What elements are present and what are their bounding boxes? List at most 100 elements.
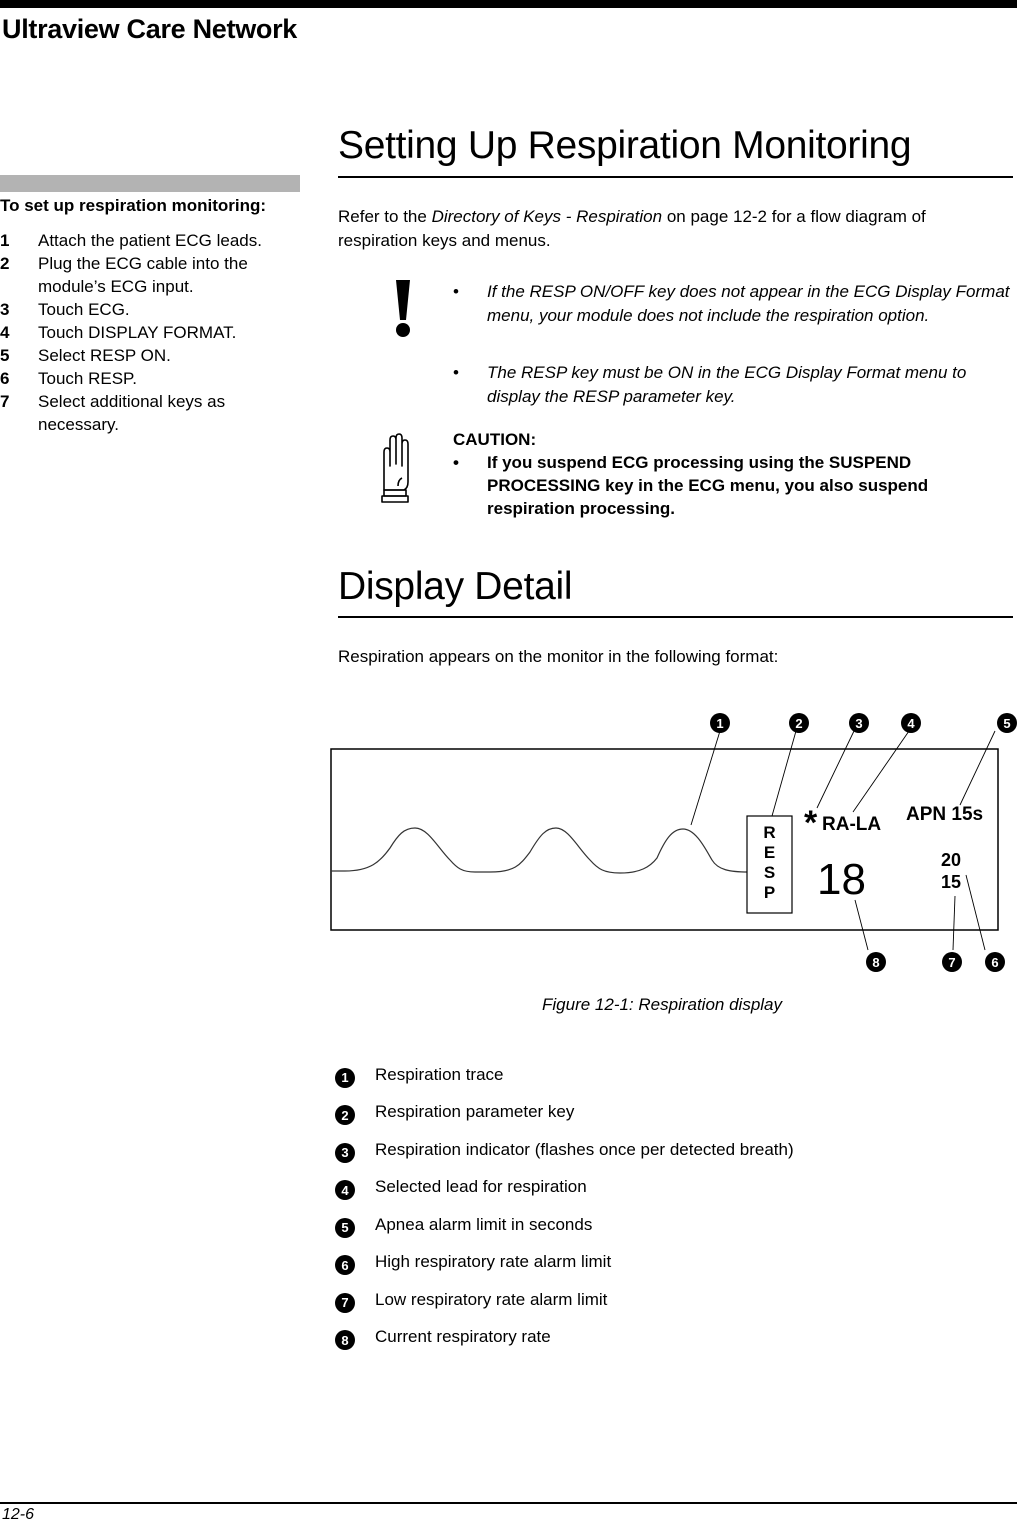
param-key-letter: P	[764, 883, 775, 902]
step-number: 6	[0, 369, 10, 388]
bullet: •	[453, 282, 459, 301]
step-number: 5	[0, 346, 10, 365]
step-item: 3 Touch ECG.	[0, 298, 300, 321]
intro-paragraph: Refer to the Directory of Keys - Respira…	[338, 205, 1008, 253]
callout-badge: 5	[335, 1217, 355, 1238]
selected-lead: RA-LA	[822, 814, 881, 835]
callout-6: 6	[985, 952, 1005, 972]
note-text: The RESP key must be ON in the ECG Displ…	[487, 363, 967, 406]
directory-of-keys-reference[interactable]: Directory of Keys - Respiration	[432, 207, 663, 226]
bullet: •	[453, 363, 459, 382]
callout-badge: 7	[335, 1292, 355, 1313]
param-key-letter: E	[764, 843, 775, 862]
page-number: 12-6	[2, 1506, 35, 1523]
step-item: 1 Attach the patient ECG leads.	[0, 229, 300, 252]
legend-item: 1 Respiration trace	[335, 1056, 794, 1094]
svg-text:2: 2	[795, 716, 802, 731]
legend-item: 8 Current respiratory rate	[335, 1319, 794, 1357]
callout-1: 1	[710, 713, 730, 733]
section-rule	[338, 176, 1013, 178]
respiration-display-figure: R E S P * RA-LA APN 15s 18 20 15 1 2 3 4…	[330, 713, 1017, 972]
callout-5: 5	[997, 713, 1017, 733]
svg-text:6: 6	[991, 955, 998, 970]
note-item: • The RESP key must be ON in the ECG Dis…	[453, 361, 1017, 409]
step-text: Select additional keys as necessary.	[38, 392, 226, 434]
callout-badge: 8	[335, 1330, 355, 1351]
exclamation-icon	[396, 280, 410, 337]
legend-item: 4 Selected lead for respiration	[335, 1169, 794, 1207]
caution-text: If you suspend ECG processing using the …	[487, 453, 929, 518]
svg-text:3: 3	[855, 716, 862, 731]
document-title: Ultraview Care Network	[2, 14, 298, 44]
note-item: • If the RESP ON/OFF key does not appear…	[453, 280, 1017, 328]
respiration-trace	[331, 827, 749, 874]
step-number: 4	[0, 323, 10, 342]
step-item: 7 Select additional keys as necessary.	[0, 390, 300, 436]
callout-badge: 1	[335, 1067, 355, 1088]
callout-7: 7	[942, 952, 962, 972]
step-number: 3	[0, 300, 10, 319]
legend-text: Respiration trace	[375, 1064, 504, 1084]
step-item: 4 Touch DISPLAY FORMAT.	[0, 321, 300, 344]
legend-text: Low respiratory rate alarm limit	[375, 1289, 608, 1309]
legend-item: 3 Respiration indicator (flashes once per…	[335, 1131, 794, 1169]
figure-caption: Figure 12-1: Respiration display	[542, 995, 783, 1014]
callout-4: 4	[901, 713, 921, 733]
callout-badge: 6	[335, 1255, 355, 1276]
legend-text: Selected lead for respiration	[375, 1177, 587, 1197]
callout-badge: 3	[335, 1142, 355, 1163]
step-text: Select RESP ON.	[38, 346, 171, 365]
note-text: If the RESP ON/OFF key does not appear i…	[487, 282, 1010, 325]
callout-8: 8	[866, 952, 886, 972]
hand-stop-icon	[381, 433, 409, 503]
legend-text: Respiration parameter key	[375, 1102, 575, 1122]
apnea-limit: APN 15s	[906, 804, 983, 825]
step-text: Touch ECG.	[38, 300, 130, 319]
sidebar-heading: To set up respiration monitoring:	[0, 196, 267, 215]
section-rule	[338, 616, 1013, 618]
caution-label: CAUTION:	[453, 430, 537, 449]
legend-text: Apnea alarm limit in seconds	[375, 1214, 593, 1234]
monitor-frame	[330, 748, 999, 931]
svg-text:4: 4	[907, 716, 915, 731]
callout-3: 3	[849, 713, 869, 733]
step-item: 6 Touch RESP.	[0, 367, 300, 390]
figure-legend: 1 Respiration trace 2 Respiration paramete…	[335, 1056, 794, 1356]
svg-text:7: 7	[948, 955, 955, 970]
step-text: Plug the ECG cable into the module’s ECG…	[38, 254, 248, 296]
step-item: 5 Select RESP ON.	[0, 344, 300, 367]
high-rate-limit: 20	[941, 850, 961, 870]
param-key-letter: R	[763, 823, 775, 842]
callout-leaders	[690, 730, 996, 951]
footer-rule	[0, 1502, 1017, 1504]
svg-text:8: 8	[872, 955, 879, 970]
legend-item: 2 Respiration parameter key	[335, 1094, 794, 1132]
caution-item: • If you suspend ECG processing using th…	[453, 451, 1013, 520]
callout-badge: 2	[335, 1105, 355, 1126]
intro-text: Refer to the	[338, 207, 432, 226]
callout-2: 2	[789, 713, 809, 733]
current-rate: 18	[817, 855, 866, 904]
display-intro: Respiration appears on the monitor in th…	[338, 647, 779, 666]
step-text: Attach the patient ECG leads.	[38, 231, 262, 250]
section-title-setup: Setting Up Respiration Monitoring	[338, 124, 912, 167]
respiration-indicator: *	[804, 804, 818, 842]
procedure-steps: 1 Attach the patient ECG leads. 2 Plug the…	[0, 229, 300, 436]
param-key-letter: S	[764, 863, 775, 882]
step-number: 2	[0, 254, 10, 273]
svg-text:1: 1	[716, 716, 723, 731]
step-number: 7	[0, 392, 10, 411]
legend-item: 7 Low respiratory rate alarm limit	[335, 1281, 794, 1319]
low-rate-limit: 15	[941, 872, 961, 892]
step-text: Touch DISPLAY FORMAT.	[38, 323, 237, 342]
legend-text: Current respiratory rate	[375, 1327, 551, 1347]
bullet: •	[453, 453, 459, 472]
legend-item: 5 Apnea alarm limit in seconds	[335, 1206, 794, 1244]
step-text: Touch RESP.	[38, 369, 137, 388]
legend-text: High respiratory rate alarm limit	[375, 1252, 612, 1272]
svg-text:5: 5	[1003, 716, 1010, 731]
callout-badge: 4	[335, 1180, 355, 1201]
header-bar	[0, 0, 1017, 8]
legend-text: Respiration indicator (flashes once per …	[375, 1139, 794, 1159]
step-item: 2 Plug the ECG cable into the module’s EC…	[0, 252, 300, 298]
